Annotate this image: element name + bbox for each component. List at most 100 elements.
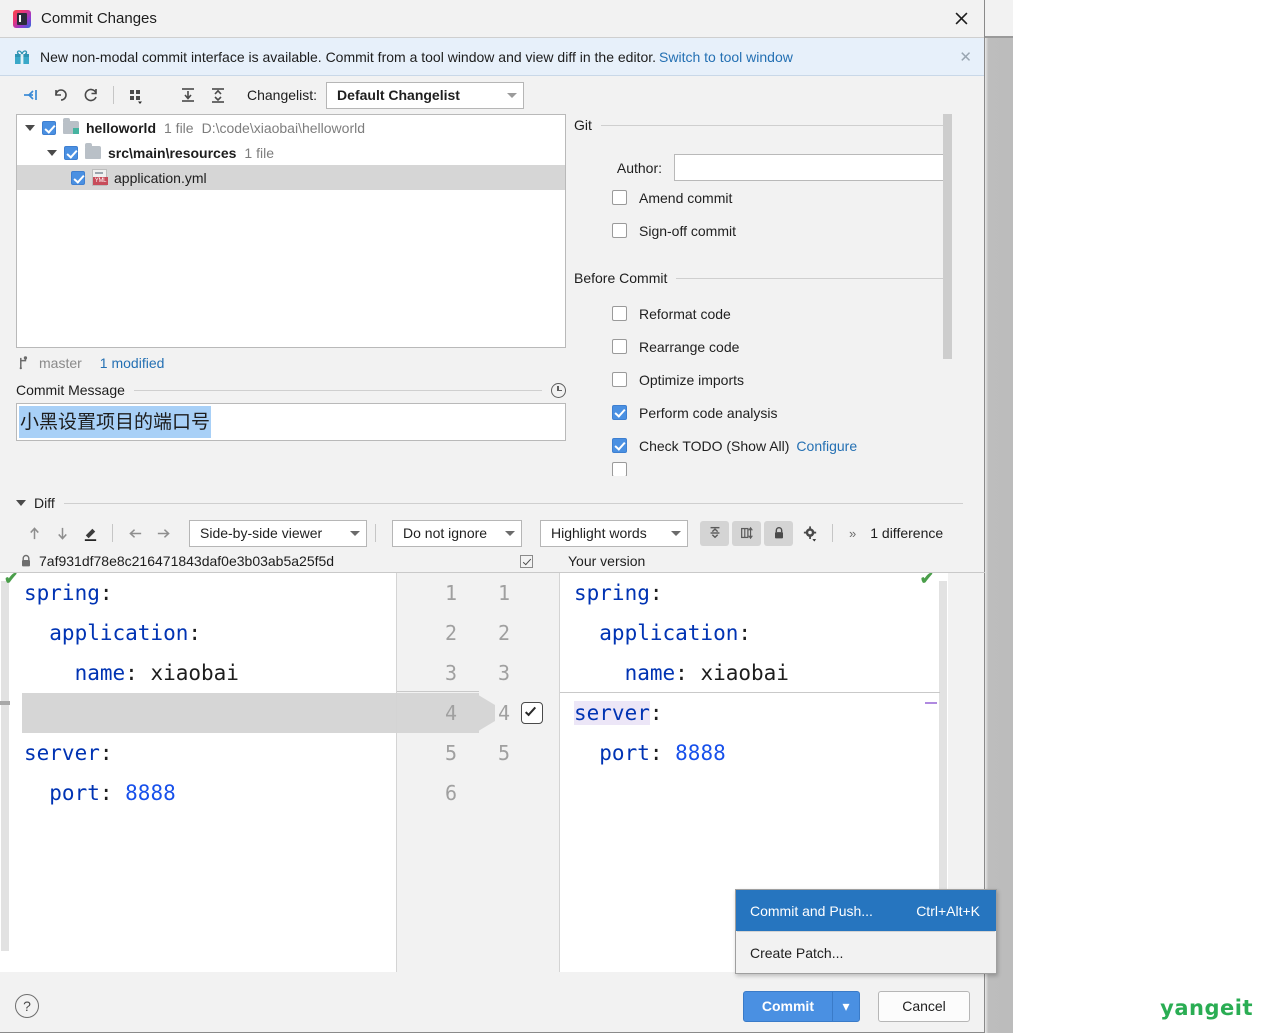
left-revision-sha: 7af931df78e8c216471843daf0e3b03ab5a25f5d <box>39 553 335 569</box>
banner-close-icon[interactable]: ✕ <box>959 38 972 75</box>
background-editor-strip-top <box>985 0 1013 36</box>
collapse-all-icon[interactable] <box>203 82 233 108</box>
left-scrollbar-thumb[interactable] <box>1 581 9 951</box>
ignore-mode-value: Do not ignore <box>403 525 488 541</box>
diff-section-label: Diff <box>34 495 55 511</box>
overflow-icon[interactable]: » <box>849 526 856 541</box>
changelist-value: Default Changelist <box>337 87 460 103</box>
highlight-mode-dropdown[interactable]: Highlight words <box>540 519 688 547</box>
commit-message-header: Commit Message <box>16 377 566 403</box>
commit-message-input[interactable]: 小黑设置项目的端口号 <box>16 403 566 441</box>
check-todo-checkbox[interactable] <box>612 438 627 453</box>
git-options-panel: Git Author: Amend commit Sign-off commit <box>566 114 969 476</box>
help-button[interactable]: ? <box>15 994 39 1018</box>
optimize-imports-label: Optimize imports <box>639 371 745 388</box>
reformat-code-label: Reformat code <box>639 305 731 322</box>
chevron-down-icon[interactable] <box>47 149 57 156</box>
table-row[interactable]: helloworld 1 file D:\code\xiaobai\hellow… <box>17 115 565 140</box>
toolbar-divider <box>375 524 376 542</box>
status-modified-label[interactable]: 1 modified <box>100 355 165 371</box>
dialog-footer: ? Commit ▾ Cancel <box>0 980 985 1032</box>
dialog-titlebar: Commit Changes <box>0 0 984 38</box>
chevron-down-icon[interactable] <box>16 500 26 506</box>
cutoff-checkbox[interactable] <box>612 462 627 476</box>
options-scrollbar-thumb[interactable] <box>943 114 952 359</box>
toolbar-divider <box>112 524 113 542</box>
menu-item-commit-and-push[interactable]: Commit and Push... Ctrl+Alt+K <box>736 890 996 931</box>
table-row[interactable]: src\main\resources 1 file <box>17 140 565 165</box>
optimize-imports-checkbox[interactable] <box>612 372 627 387</box>
intellij-idea-icon <box>13 9 31 28</box>
accept-right-icon[interactable] <box>149 521 177 545</box>
author-row: Author: <box>574 154 947 181</box>
ignore-mode-dropdown[interactable]: Do not ignore <box>392 519 522 547</box>
left-change-marker <box>0 701 10 705</box>
commit-button-label: Commit <box>761 998 814 1014</box>
code-line: name: xiaobai <box>24 661 239 685</box>
cutoff-option-row[interactable] <box>574 462 947 476</box>
cancel-button[interactable]: Cancel <box>878 990 970 1022</box>
left-column: helloworld 1 file D:\code\xiaobai\hellow… <box>0 114 566 476</box>
section-divider <box>676 277 947 279</box>
left-line-number: 5 <box>445 741 458 765</box>
rearrange-code-row[interactable]: Rearrange code <box>574 330 947 363</box>
right-line-number: 2 <box>498 621 511 645</box>
configure-link[interactable]: Configure <box>796 438 857 454</box>
refresh-icon[interactable] <box>76 82 106 108</box>
changes-tree[interactable]: helloworld 1 file D:\code\xiaobai\hellow… <box>16 114 566 348</box>
row-checkbox[interactable] <box>64 145 78 160</box>
left-pane-title: 7af931df78e8c216471843daf0e3b03ab5a25f5d <box>0 553 560 569</box>
revert-icon[interactable] <box>46 82 76 108</box>
menu-item-label: Commit and Push... <box>750 902 873 919</box>
author-field[interactable] <box>674 154 947 181</box>
table-row[interactable]: YML application.yml <box>17 165 565 190</box>
lock-icon[interactable] <box>764 520 793 546</box>
accept-left-icon[interactable] <box>121 521 149 545</box>
tree-item-filecount: 1 file <box>164 119 194 136</box>
next-difference-icon[interactable] <box>48 521 76 545</box>
settings-gear-icon[interactable] <box>796 521 824 545</box>
accept-change-checkbox[interactable] <box>521 702 543 724</box>
menu-item-create-patch[interactable]: Create Patch... <box>736 932 996 973</box>
prev-difference-icon[interactable] <box>20 521 48 545</box>
left-pane-checkbox[interactable] <box>520 554 533 568</box>
close-icon[interactable] <box>938 0 984 37</box>
sign-off-commit-checkbox[interactable] <box>612 223 627 238</box>
rearrange-code-checkbox[interactable] <box>612 339 627 354</box>
optimize-imports-row[interactable]: Optimize imports <box>574 363 947 396</box>
toolbar-divider <box>113 86 114 104</box>
row-checkbox[interactable] <box>71 170 85 185</box>
group-by-icon[interactable] <box>121 82 151 108</box>
synchronize-scrolling-icon[interactable] <box>732 520 761 546</box>
chevron-down-icon <box>671 530 681 536</box>
changes-toolbar: Changelist: Default Changelist <box>0 76 984 114</box>
perform-code-analysis-row[interactable]: Perform code analysis <box>574 396 947 429</box>
viewer-mode-dropdown[interactable]: Side-by-side viewer <box>189 519 367 547</box>
banner-text: New non-modal commit interface is availa… <box>40 48 657 65</box>
edit-icon[interactable] <box>76 521 104 545</box>
switch-to-tool-window-link[interactable]: Switch to tool window <box>659 49 793 65</box>
show-diff-icon[interactable] <box>16 82 46 108</box>
history-clock-icon[interactable] <box>551 382 566 398</box>
left-pane-scrollbar[interactable] <box>0 573 10 972</box>
chevron-down-icon[interactable] <box>25 124 35 131</box>
sign-off-commit-row[interactable]: Sign-off commit <box>574 214 947 247</box>
expand-all-icon[interactable] <box>173 82 203 108</box>
diff-left-pane[interactable]: ✔ spring: application: name: xiaobai ser… <box>0 573 396 972</box>
check-todo-row[interactable]: Check TODO (Show All) Configure <box>574 429 947 462</box>
options-scrollbar[interactable] <box>943 114 952 514</box>
commit-button-dropdown-arrow[interactable]: ▾ <box>833 998 859 1015</box>
perform-code-analysis-checkbox[interactable] <box>612 405 627 420</box>
collapse-unchanged-icon[interactable] <box>700 520 729 546</box>
changelist-dropdown[interactable]: Default Changelist <box>326 81 525 109</box>
code-line: port: 8888 <box>24 781 176 805</box>
left-line-number: 1 <box>445 581 458 605</box>
right-line-number: 3 <box>498 661 511 685</box>
reformat-code-checkbox[interactable] <box>612 306 627 321</box>
reformat-code-row[interactable]: Reformat code <box>574 297 947 330</box>
amend-commit-checkbox[interactable] <box>612 190 627 205</box>
before-commit-group-header: Before Commit <box>574 267 947 289</box>
amend-commit-row[interactable]: Amend commit <box>574 181 947 214</box>
commit-button[interactable]: Commit ▾ <box>742 990 860 1022</box>
row-checkbox[interactable] <box>42 120 56 135</box>
